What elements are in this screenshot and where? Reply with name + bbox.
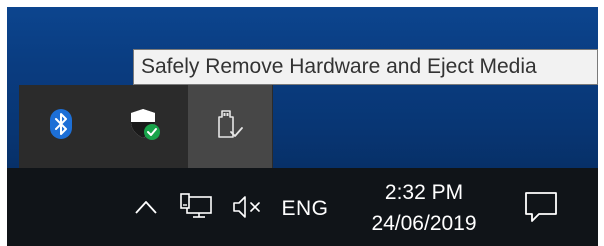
frame-border-top	[0, 0, 604, 7]
action-center-icon	[523, 190, 559, 229]
action-center-button[interactable]	[521, 190, 561, 228]
input-language-button[interactable]: ENG	[277, 194, 333, 224]
frame-border-left	[0, 0, 7, 246]
tooltip-text: Safely Remove Hardware and Eject Media	[141, 55, 537, 78]
windows-security-icon	[129, 107, 161, 146]
taskbar: ENG 2:32 PM 24/06/2019	[7, 168, 598, 246]
show-hidden-icons-button[interactable]	[133, 194, 159, 224]
tray-item-windows-security[interactable]	[103, 85, 187, 168]
frame-border-right	[598, 0, 604, 246]
clock-button[interactable]: 2:32 PM 24/06/2019	[356, 174, 492, 242]
network-icon	[179, 192, 215, 227]
notification-area-overflow	[19, 85, 273, 168]
volume-button[interactable]	[230, 194, 264, 224]
clock-date: 24/06/2019	[371, 212, 477, 235]
usb-drive-eject-icon	[216, 107, 244, 146]
tray-item-bluetooth[interactable]	[19, 85, 103, 168]
network-button[interactable]	[177, 192, 217, 226]
tooltip: Safely Remove Hardware and Eject Media	[133, 49, 598, 85]
volume-muted-icon	[231, 195, 263, 224]
input-language-label: ENG	[281, 197, 329, 220]
tray-item-safely-remove-hardware[interactable]	[188, 85, 272, 168]
clock-time: 2:32 PM	[384, 181, 464, 204]
chevron-up-icon	[135, 200, 157, 219]
bluetooth-icon	[50, 109, 72, 144]
